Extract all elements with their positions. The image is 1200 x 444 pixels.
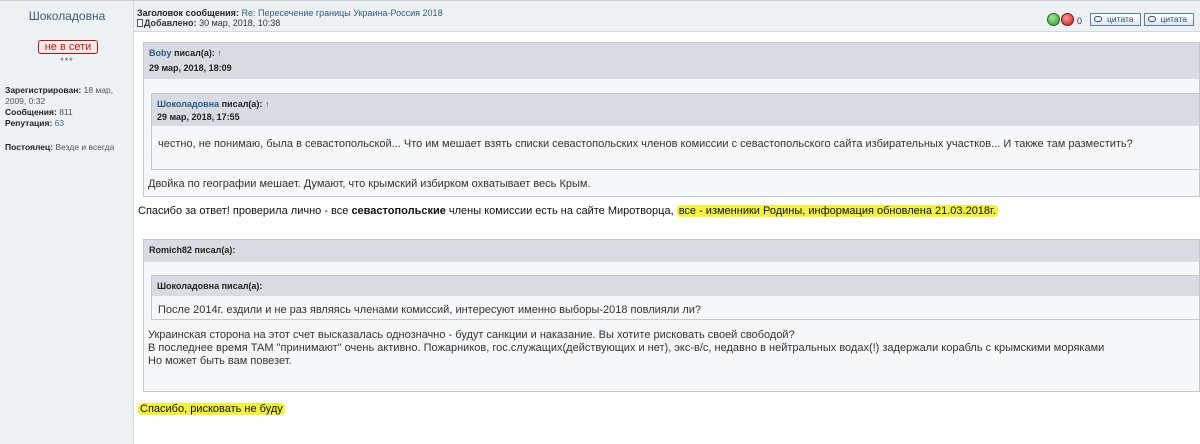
quote-button[interactable]: цитата bbox=[1090, 12, 1141, 26]
quote-2-line-2: В последнее время ТАМ "принимают" очень … bbox=[148, 341, 1105, 354]
registered-label: Зарегистрирован: bbox=[5, 85, 82, 95]
author-name[interactable]: Шоколадовна bbox=[0, 9, 134, 23]
nested-quote-header-2: Шоколадовна писал(а): bbox=[152, 276, 1199, 296]
thumbs-up-icon[interactable] bbox=[1047, 12, 1061, 26]
subject-value: Пересечение границы Украина-Россия 2018 bbox=[257, 8, 443, 18]
quote-block-1: Boby писал(а): ↑ 29 мар, 2018, 18:09 Шок… bbox=[143, 42, 1200, 197]
nested-quote-text-2: После 2014г. ездили и не раз являясь чле… bbox=[158, 304, 702, 316]
nested-quote-said-1: писал(а): bbox=[221, 99, 263, 109]
subject-prefix: Re: bbox=[241, 8, 258, 18]
jump-to-post-arrow-icon[interactable]: ↑ bbox=[265, 99, 270, 109]
post-header: Заголовок сообщения: Re: Пересечение гра… bbox=[134, 1, 1200, 32]
quote-header-2: Romich82 писал(а): bbox=[144, 240, 1199, 262]
quote-said-1: писал(а): bbox=[174, 48, 215, 58]
reply-1-part1: Спасибо за ответ! проверила лично - все bbox=[138, 205, 352, 217]
reputation-value[interactable]: 63 bbox=[55, 118, 64, 128]
quote-icon bbox=[1147, 16, 1156, 22]
quote-selected-button[interactable]: цитата bbox=[1143, 12, 1194, 26]
messages-value: 811 bbox=[59, 107, 73, 117]
forum-post: Шоколадовна не в сети *** Зарегистрирова… bbox=[0, 0, 1200, 444]
messages-label: Сообщения: bbox=[5, 107, 57, 117]
thumbs-down-icon[interactable] bbox=[1061, 12, 1075, 26]
quote-author-2: Romich82 писал(а): bbox=[149, 245, 236, 255]
added-line: Добавлено: 30 мар, 2018, 10:38 bbox=[137, 18, 280, 28]
quote-selected-button-label: цитата bbox=[1160, 13, 1187, 24]
rank-stars: *** bbox=[60, 56, 74, 66]
nested-quote-author-1[interactable]: Шоколадовна bbox=[157, 99, 219, 109]
subject-line: Заголовок сообщения: Re: Пересечение гра… bbox=[137, 8, 443, 18]
added-label: Добавлено: bbox=[144, 18, 197, 28]
quote-icon bbox=[1094, 16, 1103, 22]
offline-status-badge: не в сети bbox=[38, 40, 98, 54]
reply-2-highlight: Спасибо, рисковать не буду bbox=[138, 403, 285, 415]
subject-link[interactable]: Re: Пересечение границы Украина-Россия 2… bbox=[241, 8, 442, 18]
quote-text-2: Украинская сторона на этот счет высказал… bbox=[148, 329, 1188, 368]
nested-quote-block-1: Шоколадовна писал(а): ↑ 29 мар, 2018, 17… bbox=[151, 93, 1200, 170]
quote-2-line-3: Но может быть вам повезет. bbox=[148, 355, 292, 367]
author-panel: Шоколадовна не в сети *** Зарегистрирова… bbox=[0, 1, 134, 444]
subject-label: Заголовок сообщения: bbox=[137, 8, 239, 18]
document-icon bbox=[137, 19, 143, 27]
messages-row: Сообщения: 811 bbox=[5, 107, 131, 118]
quote-header-1: Boby писал(а): ↑ 29 мар, 2018, 18:09 bbox=[144, 43, 1199, 79]
resident-label: Постоялец: bbox=[5, 142, 54, 152]
resident-value: Везде и всегда bbox=[55, 142, 115, 152]
nested-quote-date-1: 29 мар, 2018, 17:55 bbox=[157, 112, 240, 122]
registered-row: Зарегистрирован: 18 мар, 2009, 0:32 bbox=[5, 85, 131, 107]
nested-quote-author-2: Шоколадовна писал(а): bbox=[157, 281, 263, 291]
jump-to-post-arrow-icon[interactable]: ↑ bbox=[217, 48, 222, 58]
reputation-label: Репутация: bbox=[5, 118, 53, 128]
reply-text-1: Спасибо за ответ! проверила лично - все … bbox=[138, 205, 998, 217]
resident-row: Постоялец: Везде и всегда bbox=[5, 142, 131, 153]
reply-text-2: Спасибо, рисковать не буду bbox=[138, 403, 285, 415]
quote-text-1: Двойка по географии мешает. Думают, что … bbox=[148, 178, 591, 190]
author-info: Зарегистрирован: 18 мар, 2009, 0:32 Сооб… bbox=[5, 85, 131, 153]
quote-author-1[interactable]: Boby bbox=[149, 48, 172, 58]
reply-1-bold: севастопольские bbox=[351, 205, 446, 217]
reputation-row: Репутация: 63 bbox=[5, 118, 131, 129]
quote-block-2: Romich82 писал(а): Шоколадовна писал(а):… bbox=[143, 239, 1200, 392]
quote-2-line-1: Украинская сторона на этот счет высказал… bbox=[148, 329, 795, 341]
nested-quote-header-1: Шоколадовна писал(а): ↑ 29 мар, 2018, 17… bbox=[152, 94, 1199, 126]
added-value: 30 мар, 2018, 10:38 bbox=[199, 18, 281, 28]
reply-1-part2: члены комиссии есть на сайте Миротворца, bbox=[445, 205, 677, 217]
post-actions: 0 цитата цитата bbox=[1047, 11, 1194, 27]
reply-1-highlight: все - изменники Родины, информация обнов… bbox=[676, 205, 998, 217]
nested-quote-block-2: Шоколадовна писал(а): После 2014г. ездил… bbox=[151, 275, 1200, 320]
quote-date-1: 29 мар, 2018, 18:09 bbox=[149, 63, 232, 73]
vote-count: 0 bbox=[1077, 15, 1083, 26]
nested-quote-text-1: честно, не понимаю, была в севастопольск… bbox=[158, 138, 1133, 150]
quote-button-label: цитата bbox=[1107, 13, 1134, 24]
